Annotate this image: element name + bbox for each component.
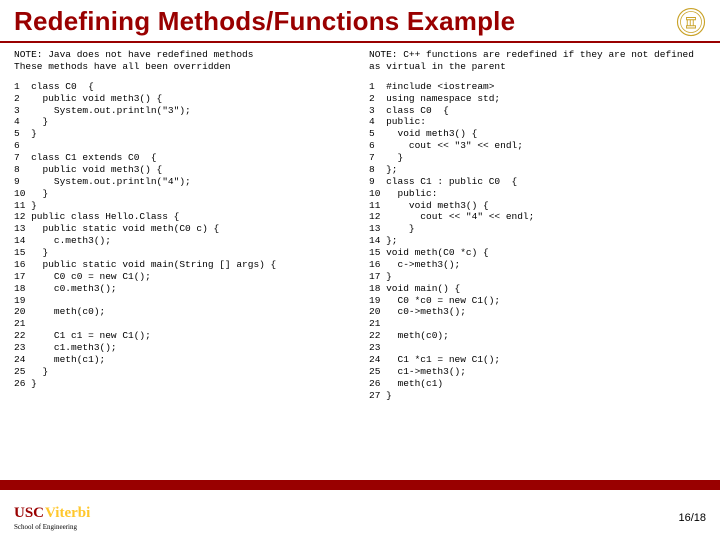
- page-title: Redefining Methods/Functions Example: [14, 6, 515, 37]
- school-text: School of Engineering: [14, 523, 77, 531]
- usc-seal-icon: [676, 7, 706, 37]
- cpp-code: 1 #include <iostream> 2 using namespace …: [369, 81, 706, 402]
- usc-logo: USC Viterbi School of Engineering: [14, 505, 90, 531]
- right-column: NOTE: C++ functions are redefined if the…: [369, 49, 706, 401]
- columns: NOTE: Java does not have redefined metho…: [0, 43, 720, 401]
- divider-stripe: [0, 480, 720, 490]
- title-bar: Redefining Methods/Functions Example: [0, 0, 720, 43]
- footer: USC Viterbi School of Engineering 16/18: [0, 480, 720, 540]
- footer-inner: USC Viterbi School of Engineering 16/18: [0, 490, 720, 540]
- java-code: 1 class C0 { 2 public void meth3() { 3 S…: [14, 81, 351, 390]
- page-number: 16/18: [678, 512, 706, 524]
- viterbi-text: Viterbi: [45, 505, 90, 522]
- left-note: NOTE: Java does not have redefined metho…: [14, 49, 351, 73]
- left-column: NOTE: Java does not have redefined metho…: [14, 49, 351, 401]
- usc-text: USC: [14, 505, 44, 522]
- right-note: NOTE: C++ functions are redefined if the…: [369, 49, 706, 73]
